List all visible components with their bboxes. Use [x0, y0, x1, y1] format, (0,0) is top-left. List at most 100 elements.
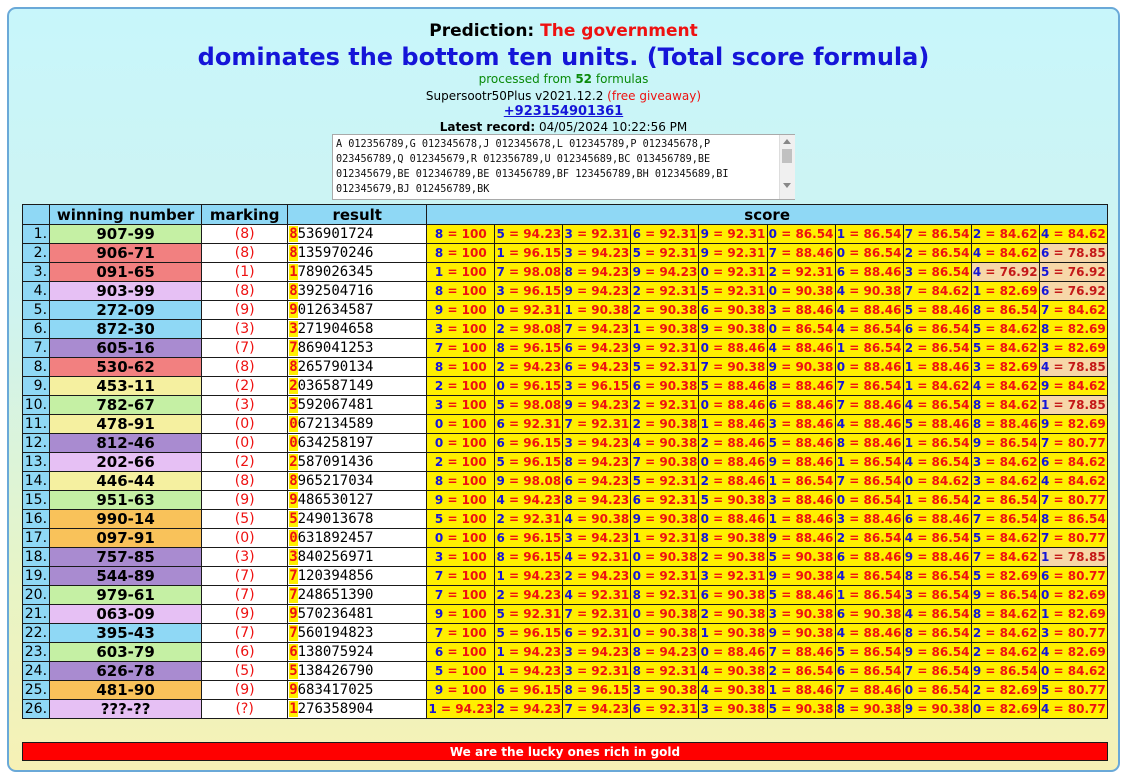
score-cell: 5 = 88.46 — [902, 414, 972, 434]
result-cell: 5249013678 — [287, 509, 428, 529]
score-value: = 92.31 — [713, 284, 766, 298]
score-digit: 4 — [700, 664, 709, 678]
score-value: = 100 — [447, 246, 487, 260]
score-cell: 4 = 82.69 — [1038, 642, 1109, 662]
score-cell: 9 = 86.54 — [970, 585, 1040, 605]
phone-link[interactable]: +923154901361 — [9, 104, 1118, 119]
score-cell: 8 = 90.38 — [834, 699, 904, 719]
score-value: = 96.15 — [509, 683, 562, 697]
score-digit: 3 — [1040, 626, 1050, 640]
score-cell: 0 = 86.54 — [834, 243, 904, 263]
score-cell: 7 = 86.54 — [834, 376, 904, 396]
scroll-up-arrow-icon[interactable] — [783, 139, 791, 144]
result-first-digit: 9 — [289, 682, 298, 698]
score-cell: 3 = 86.54 — [902, 585, 972, 605]
score-digit: 9 — [904, 645, 914, 659]
score-digit: 2 — [496, 702, 505, 716]
score-digit: 3 — [564, 645, 573, 659]
score-value: = 82.69 — [985, 569, 1038, 583]
processed-line: processed from 52 formulas — [9, 72, 1118, 86]
score-digit: 6 — [1040, 569, 1050, 583]
result-first-digit: 8 — [289, 359, 298, 375]
score-cell: 3 = 90.38 — [698, 699, 768, 719]
score-value: = 94.23 — [577, 360, 630, 374]
result-cell: 9012634587 — [287, 300, 428, 320]
score-cell: 9 = 92.31 — [630, 338, 700, 358]
score-value: = 98.08 — [509, 398, 562, 412]
score-cell: 5 = 92.31 — [630, 471, 700, 491]
score-value: = 86.54 — [917, 227, 970, 241]
score-digit: 7 — [564, 322, 573, 336]
score-value: = 96.15 — [509, 379, 562, 393]
score-value: = 90.38 — [713, 493, 766, 507]
score-digit: 5 — [496, 626, 505, 640]
score-digit: 4 — [1040, 227, 1050, 241]
score-value: = 86.54 — [917, 531, 970, 545]
score-cell: 9 = 94.23 — [630, 262, 700, 282]
scroll-down-arrow-icon[interactable] — [783, 183, 791, 188]
score-cell: 1 = 88.46 — [766, 509, 836, 529]
latest-label: Latest record: — [439, 120, 536, 134]
score-value: = 88.46 — [781, 436, 834, 450]
records-scrollbar[interactable] — [779, 135, 795, 199]
table-row: 13. 202-66 (2) 2587091436 2 = 100 5 = 96.15 8 … — [21, 452, 1109, 472]
winning-number-cell: 605-16 — [49, 338, 203, 358]
score-digit: 7 — [972, 512, 982, 526]
score-digit: 6 — [496, 436, 505, 450]
score-digit: 3 — [904, 588, 914, 602]
score-value: = 92.31 — [645, 664, 698, 678]
score-value: = 92.31 — [645, 398, 698, 412]
score-cell: 3 = 94.23 — [562, 642, 632, 662]
table-row: 18. 757-85 (3) 3840256971 3 = 100 8 = 96.15 4 … — [21, 547, 1109, 567]
score-value: = 88.46 — [849, 265, 902, 279]
score-digit: 9 — [632, 265, 641, 279]
winning-number-cell: 097-91 — [49, 528, 203, 548]
score-value: = 100 — [447, 322, 487, 336]
result-rest-digits: 840256971 — [297, 549, 374, 565]
score-cell: 8 = 94.23 — [562, 490, 632, 510]
result-cell: 9486530127 — [287, 490, 428, 510]
score-value: = 88.46 — [713, 379, 766, 393]
score-value: = 90.38 — [713, 322, 766, 336]
result-rest-digits: 249013678 — [297, 511, 374, 527]
score-value: = 92.31 — [645, 569, 698, 583]
result-cell: 7869041253 — [287, 338, 428, 358]
score-cell: 9 = 100 — [426, 680, 496, 700]
score-cell: 7 = 100 — [426, 623, 496, 643]
records-textarea[interactable]: A 012356789,G 012345678,J 012345678,L 01… — [332, 134, 795, 200]
score-cell: 2 = 86.54 — [834, 528, 904, 548]
score-cell: 5 = 94.23 — [494, 224, 564, 244]
score-value: = 80.77 — [1053, 436, 1106, 450]
score-cell: 4 = 84.62 — [970, 376, 1040, 396]
score-value: = 90.38 — [781, 550, 834, 564]
score-value: = 100 — [447, 531, 487, 545]
score-cell: 5 = 84.62 — [970, 319, 1040, 339]
score-value: = 96.15 — [509, 455, 562, 469]
score-value: = 88.46 — [781, 683, 834, 697]
score-digit: 8 — [972, 417, 982, 431]
latest-value: 04/05/2024 10:22:56 PM — [538, 120, 688, 134]
score-value: = 86.54 — [781, 474, 834, 488]
scroll-thumb[interactable] — [782, 149, 792, 163]
score-value: = 92.31 — [645, 246, 698, 260]
marking-cell: (9) — [201, 300, 289, 320]
score-value: = 100 — [447, 474, 487, 488]
score-cell: 5 = 86.54 — [834, 642, 904, 662]
score-digit: 8 — [700, 531, 709, 545]
winning-number-cell: 272-09 — [49, 300, 203, 320]
winning-number-cell: 979-61 — [49, 585, 203, 605]
score-digit: 4 — [836, 303, 846, 317]
score-value: = 88.46 — [917, 550, 970, 564]
score-digit: 9 — [434, 493, 444, 507]
score-value: = 98.08 — [509, 265, 562, 279]
score-value: = 86.54 — [917, 436, 970, 450]
score-value: = 100 — [447, 664, 487, 678]
score-value: = 90.38 — [645, 436, 698, 450]
score-cell: 0 = 90.38 — [630, 604, 700, 624]
score-value: = 84.62 — [985, 531, 1038, 545]
table-row: 8. 530-62 (8) 8265790134 8 = 100 2 = 94.23 6 =… — [21, 357, 1109, 377]
score-cell: 6 = 86.54 — [902, 319, 972, 339]
winning-number-cell: 906-71 — [49, 243, 203, 263]
score-value: = 76.92 — [1053, 284, 1106, 298]
row-index: 3. — [21, 262, 51, 282]
